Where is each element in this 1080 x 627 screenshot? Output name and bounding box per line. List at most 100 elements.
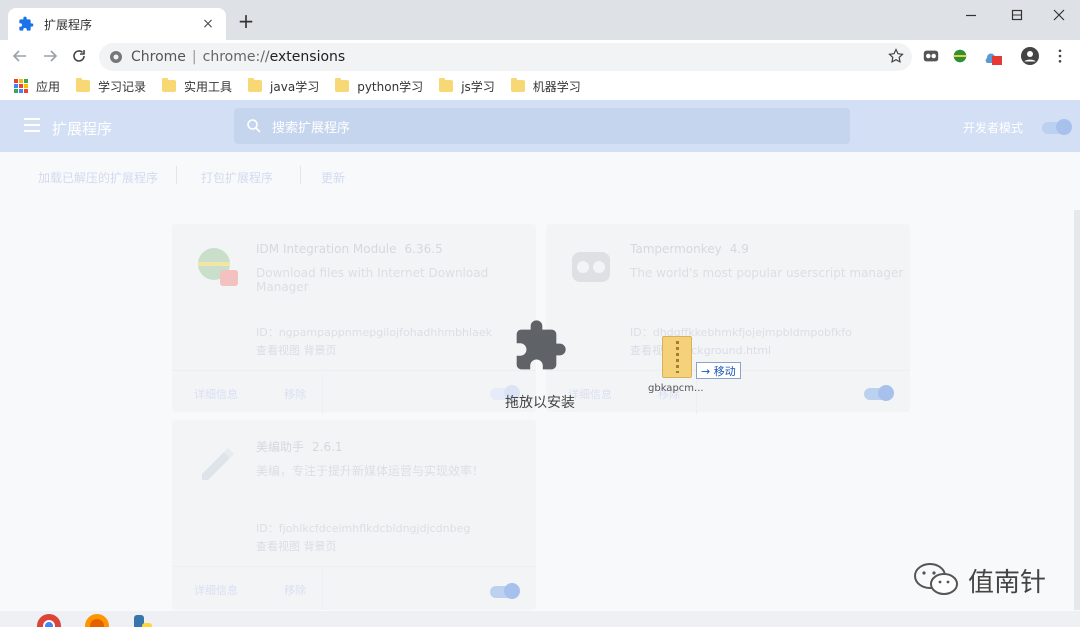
- folder-icon: [248, 78, 263, 92]
- url-scheme-label: Chrome: [131, 49, 186, 65]
- extension-id: ID：ngpampappnmepgilojfohadhhmbhlaek: [256, 326, 492, 339]
- more-vert-icon: [1058, 49, 1062, 63]
- inspect-views-label: 查看视图: [256, 540, 300, 553]
- extension-version: 6.36.5: [404, 242, 443, 256]
- url-path: extensions: [269, 49, 346, 65]
- extension-enable-toggle[interactable]: [864, 385, 894, 401]
- divider: [176, 166, 177, 184]
- puzzle-icon: [516, 320, 566, 370]
- bookmark-label: java学习: [270, 79, 320, 94]
- extensions-header: 扩展程序 搜索扩展程序 开发者模式: [0, 100, 1080, 152]
- background-page-link[interactable]: 背景页: [304, 540, 337, 553]
- arrow-right-icon: [44, 50, 58, 62]
- taskbar-chrome-icon[interactable]: [34, 611, 64, 627]
- extension-card-meibian: 美编助手 2.6.1 美编，专注于提升新媒体运营与实现效率！ ID：fjohlkc…: [172, 420, 536, 610]
- dragged-zip-file-icon[interactable]: [662, 336, 692, 378]
- tampermonkey-extension-icon[interactable]: [921, 46, 941, 66]
- bookmark-label: js学习: [461, 79, 495, 94]
- maximize-button[interactable]: [994, 0, 1040, 30]
- pack-extension-button[interactable]: 打包扩展程序: [201, 169, 273, 186]
- remove-button[interactable]: 移除: [284, 582, 306, 598]
- card-vertical-divider: [696, 374, 697, 414]
- hamburger-menu-icon[interactable]: [24, 118, 40, 132]
- drop-to-install-zone[interactable]: 拖放以安装: [500, 318, 580, 412]
- extension-enable-toggle[interactable]: [490, 583, 520, 599]
- scrollbar-track[interactable]: [1074, 210, 1080, 610]
- url-separator: |: [191, 49, 197, 65]
- account-circle-icon: [1021, 47, 1039, 65]
- folder-icon: [162, 78, 177, 92]
- forward-button[interactable]: [38, 44, 62, 68]
- bookmark-folder-java[interactable]: java学习: [248, 78, 319, 95]
- chrome-site-icon: [110, 51, 122, 63]
- taskbar-python-icon[interactable]: [128, 611, 158, 627]
- extension-name-text: IDM Integration Module: [256, 242, 397, 256]
- details-button[interactable]: 详细信息: [194, 582, 238, 598]
- taskbar: [0, 611, 1080, 627]
- load-unpacked-button[interactable]: 加载已解压的扩展程序: [38, 169, 158, 186]
- bookmark-label: 学习记录: [98, 79, 147, 94]
- search-icon: [247, 119, 261, 133]
- search-placeholder: 搜索扩展程序: [272, 120, 351, 136]
- inspect-views: 查看视图 背景页: [256, 538, 337, 554]
- bookmark-label: python学习: [357, 79, 424, 94]
- details-button[interactable]: 详细信息: [194, 386, 238, 402]
- folder-icon: [335, 78, 350, 92]
- minimize-control[interactable]: [948, 0, 994, 30]
- bookmark-label: 实用工具: [184, 79, 233, 94]
- card-vertical-divider: [322, 374, 323, 414]
- bookmark-label: 机器学习: [532, 79, 581, 94]
- idm-globe-icon: [198, 248, 238, 286]
- address-bar[interactable]: Chrome | chrome://extensions: [99, 43, 912, 71]
- taskbar-firefox-icon[interactable]: [82, 611, 112, 627]
- reload-button[interactable]: [67, 44, 91, 68]
- bookmark-folder-python[interactable]: python学习: [335, 78, 423, 95]
- tab-strip: 扩展程序 × +: [0, 0, 1080, 40]
- bookmark-apps[interactable]: 应用: [14, 78, 60, 95]
- back-button[interactable]: [8, 44, 32, 68]
- maximize-icon: [1011, 9, 1023, 21]
- tab-close-icon[interactable]: ×: [200, 16, 216, 32]
- minimize-glyph-icon: [966, 14, 976, 17]
- developer-mode-toggle[interactable]: [1042, 119, 1072, 135]
- tampermonkey-icon: [923, 50, 939, 62]
- bookmark-star-icon[interactable]: [888, 48, 904, 64]
- idm-extension-icon[interactable]: [950, 46, 970, 66]
- url-text: chrome://extensions: [203, 49, 346, 65]
- update-button[interactable]: 更新: [321, 169, 345, 186]
- close-window-button[interactable]: [1036, 0, 1080, 30]
- close-icon: [1053, 9, 1065, 21]
- divider: [300, 166, 301, 184]
- extension-name: IDM Integration Module 6.36.5: [256, 242, 443, 256]
- extension-version: 4.9: [729, 242, 749, 256]
- action-bar: 加载已解压的扩展程序 打包扩展程序 更新: [0, 152, 1080, 200]
- new-tab-button[interactable]: +: [234, 10, 258, 34]
- remove-button[interactable]: 移除: [284, 386, 306, 402]
- bookmark-folder-js[interactable]: js学习: [439, 78, 495, 95]
- idm-globe-icon: [953, 49, 967, 63]
- extension-version: 2.6.1: [312, 440, 343, 454]
- background-page-link[interactable]: 背景页: [304, 344, 337, 357]
- profile-button[interactable]: [1020, 46, 1040, 66]
- bookmark-folder-tools[interactable]: 实用工具: [162, 78, 232, 95]
- python-icon: [134, 615, 152, 627]
- bookmarks-bar: 应用 学习记录 实用工具 java学习 python学习 js学习 机器学习: [0, 72, 1080, 100]
- tab-extensions[interactable]: 扩展程序 ×: [8, 8, 226, 40]
- folder-icon: [76, 78, 91, 92]
- extension-name-text: Tampermonkey: [630, 242, 722, 256]
- bookmark-folder-study-notes[interactable]: 学习记录: [76, 78, 146, 95]
- menu-button[interactable]: [1050, 46, 1070, 66]
- developer-mode-label: 开发者模式: [963, 121, 1024, 135]
- card-divider: [172, 370, 536, 371]
- puzzle-icon: [19, 16, 34, 31]
- tab-title: 扩展程序: [44, 17, 93, 32]
- bookmark-folder-ml[interactable]: 机器学习: [510, 78, 581, 95]
- folder-icon: [439, 78, 454, 92]
- meibian-extension-icon[interactable]: [982, 46, 1002, 66]
- card-vertical-divider: [322, 570, 323, 610]
- url-prefix: chrome://: [202, 49, 270, 65]
- chrome-icon: [37, 614, 61, 627]
- page-title: 扩展程序: [52, 120, 113, 138]
- extension-card-tampermonkey: Tampermonkey 4.9 The world's most popular…: [546, 224, 910, 414]
- search-extensions-input[interactable]: 搜索扩展程序: [234, 108, 850, 144]
